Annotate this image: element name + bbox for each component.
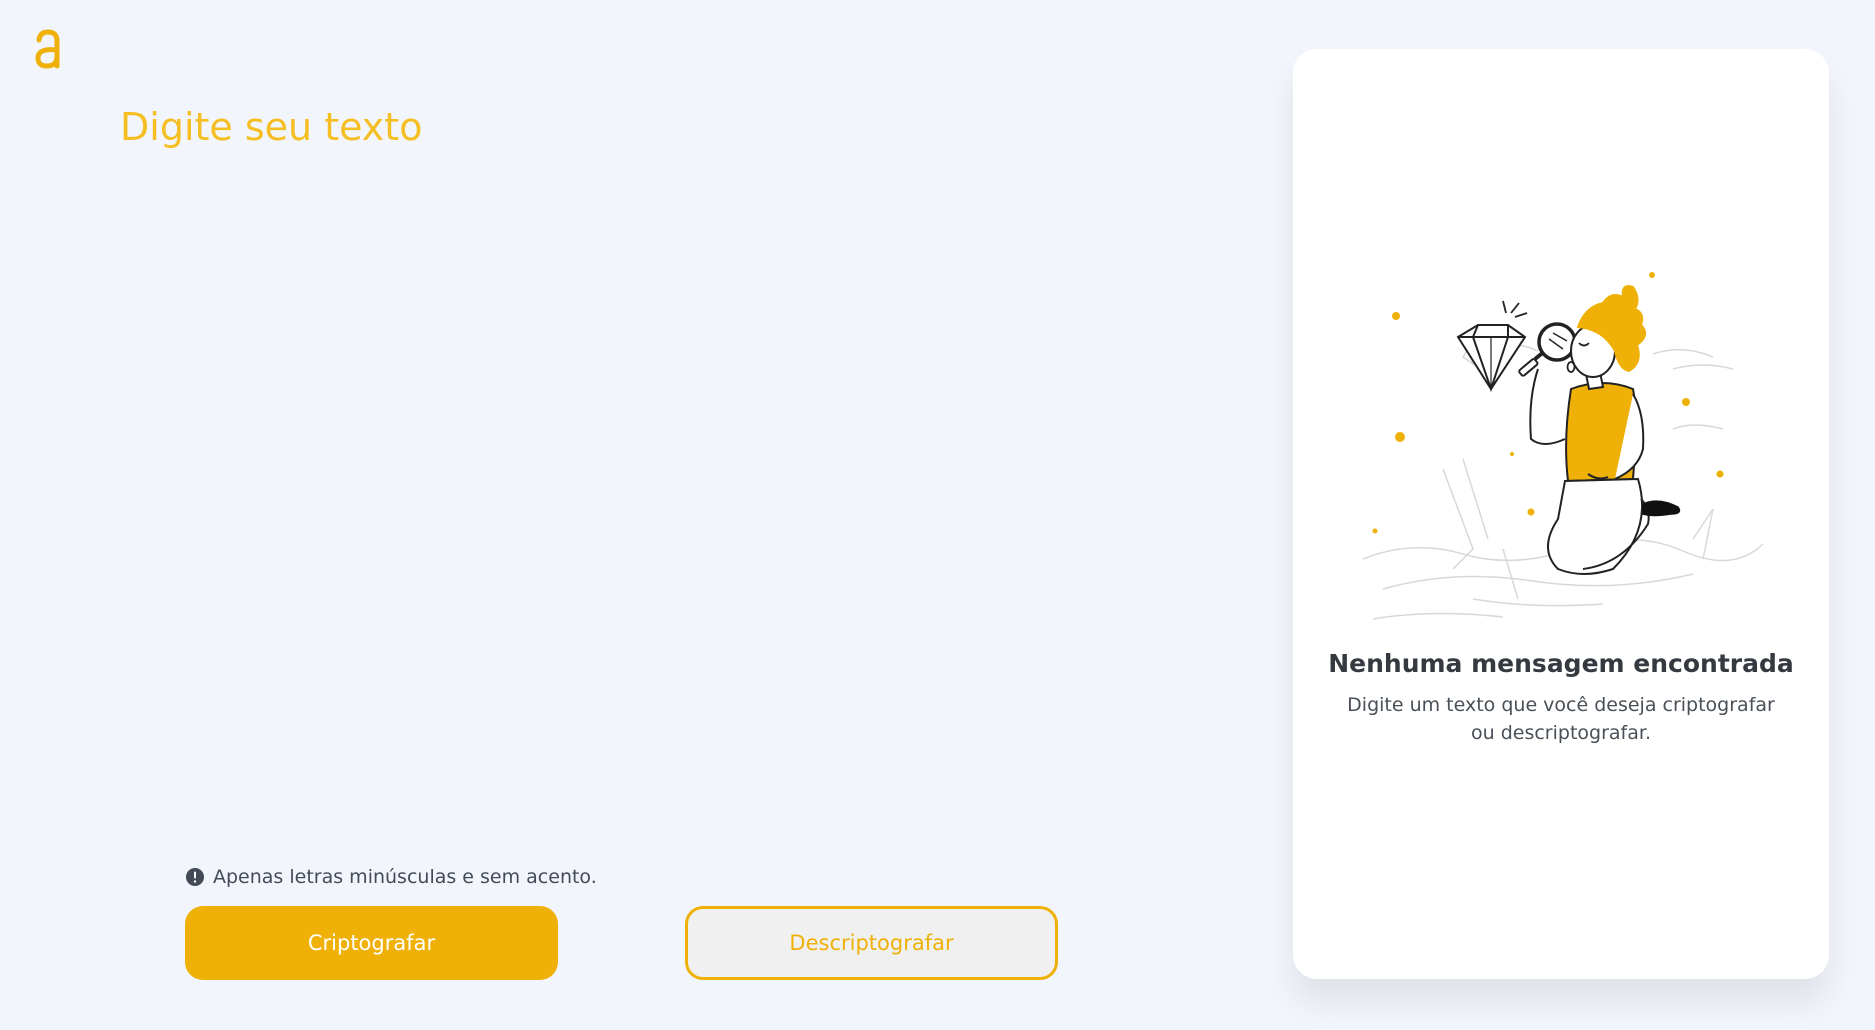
alura-logo-icon[interactable]	[30, 28, 66, 76]
hint-text: Apenas letras minúsculas e sem acento.	[213, 866, 597, 888]
encrypt-button[interactable]: Criptografar	[185, 906, 558, 980]
empty-state-title: Nenhuma mensagem encontrada	[1328, 649, 1794, 678]
message-input[interactable]	[120, 100, 1220, 820]
exclamation-circle-icon	[186, 868, 204, 886]
result-panel: Nenhuma mensagem encontrada Digite um te…	[1293, 49, 1829, 979]
input-hint: Apenas letras minúsculas e sem acento.	[185, 866, 597, 888]
empty-state-text: Digite um texto que você deseja criptogr…	[1347, 694, 1775, 744]
person-searching-illustration	[1362, 272, 1764, 620]
decrypt-button[interactable]: Descriptografar	[685, 906, 1058, 980]
